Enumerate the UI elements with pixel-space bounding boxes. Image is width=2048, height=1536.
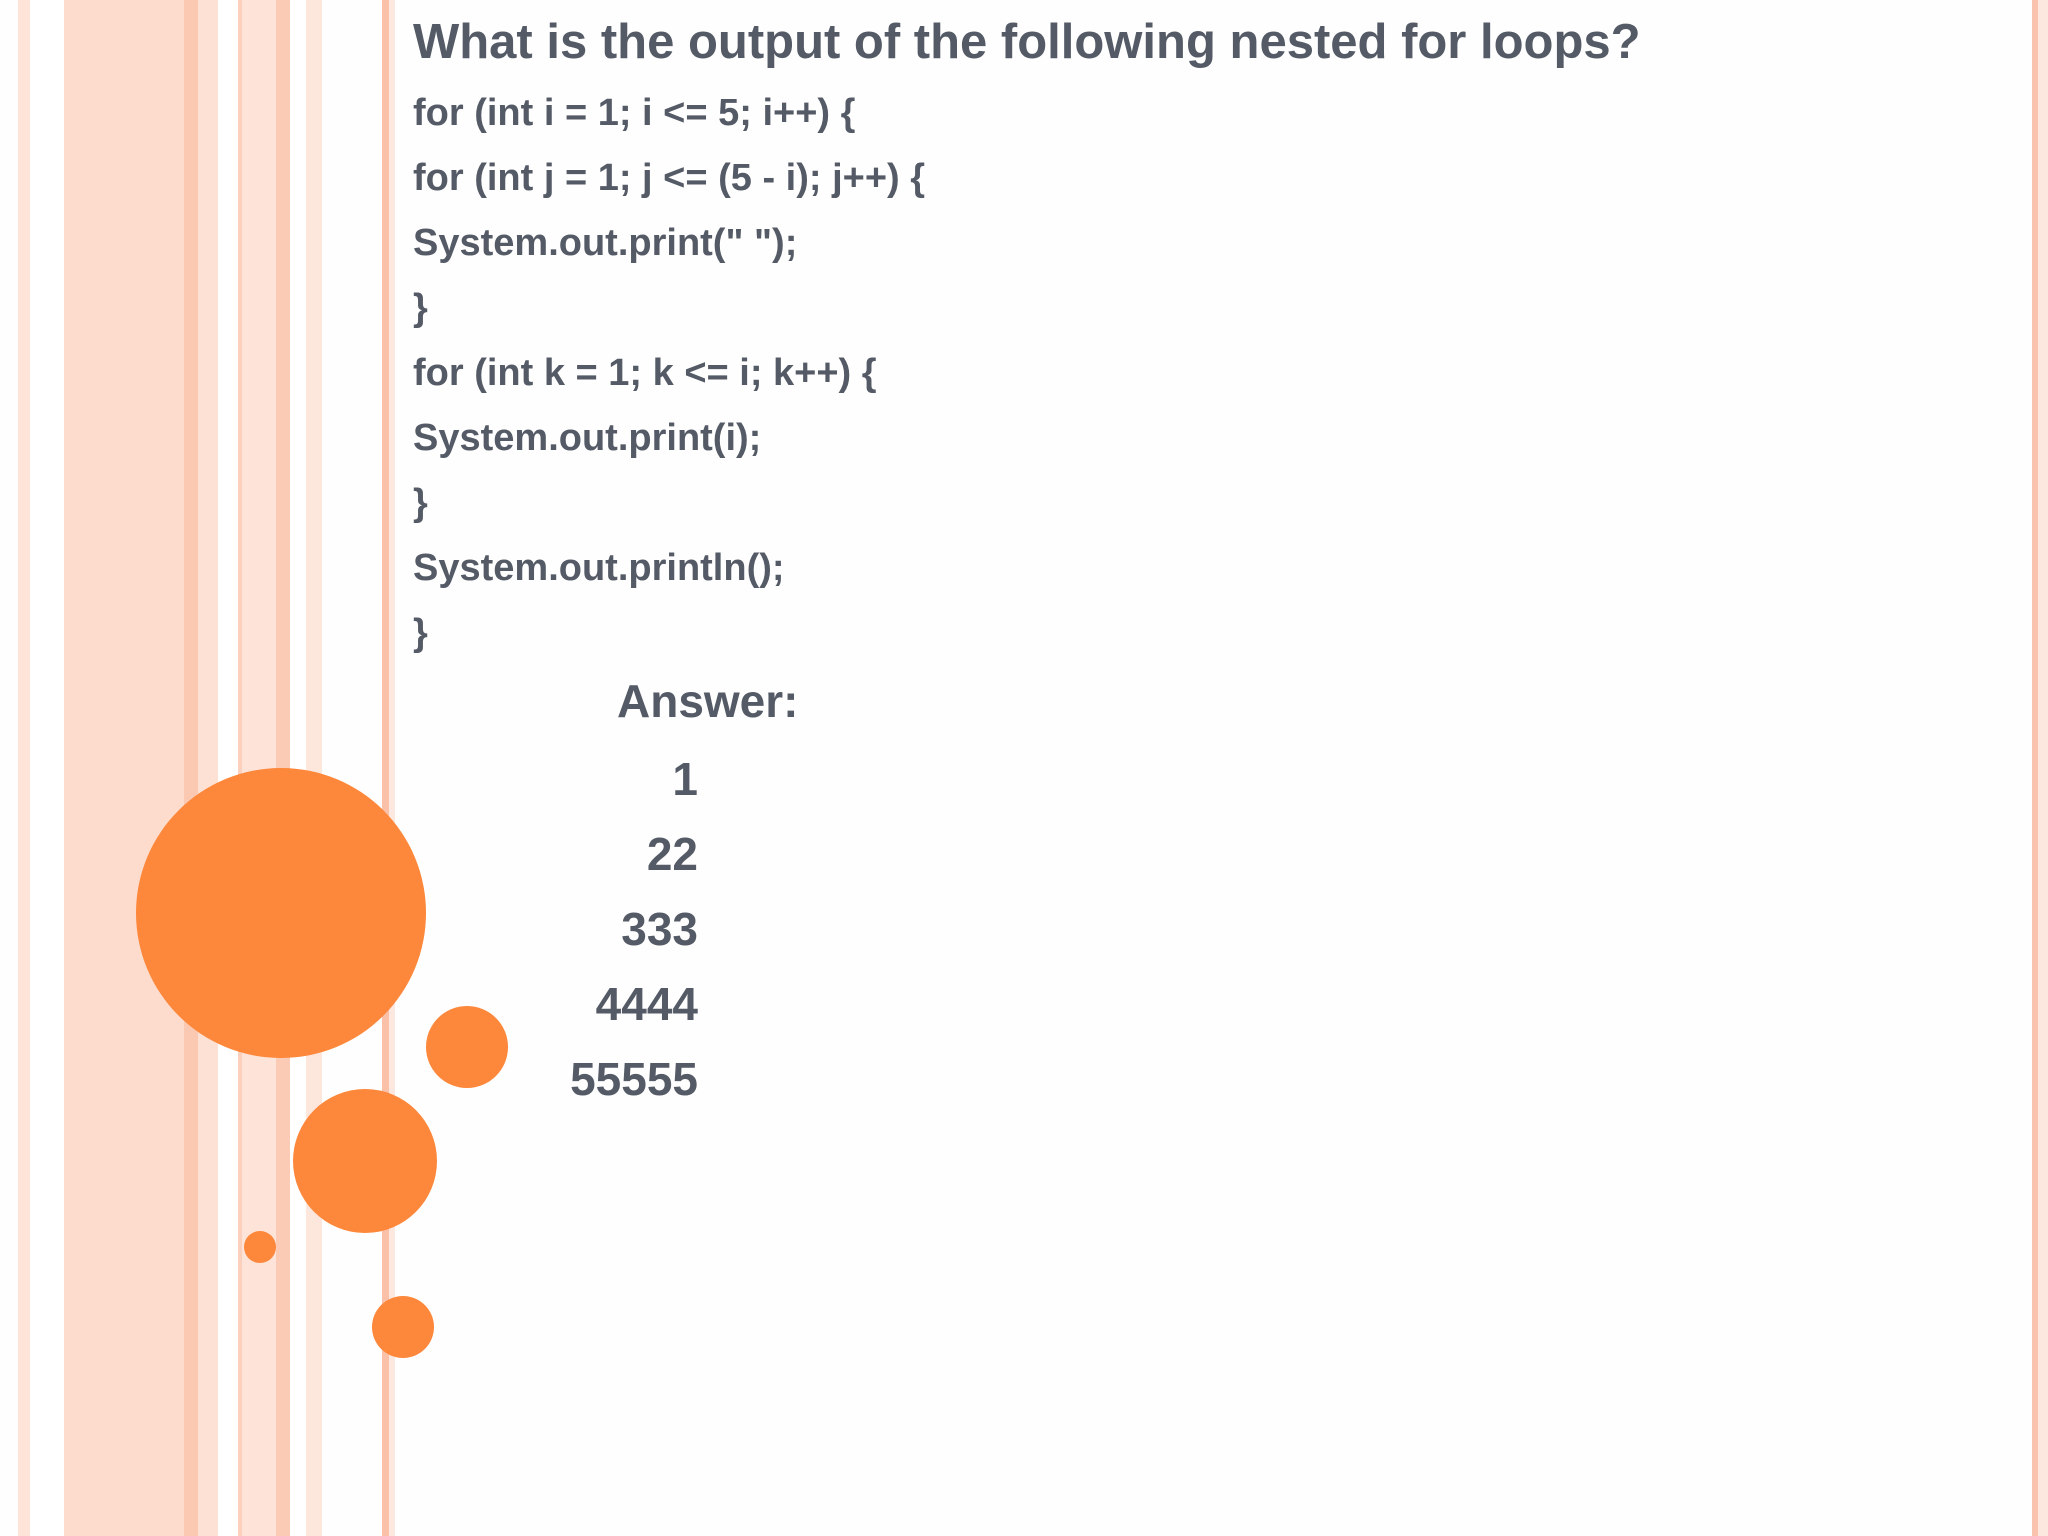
decorative-stripe: [218, 0, 238, 1536]
decorative-stripe: [184, 0, 198, 1536]
answer-label: Answer:: [617, 675, 799, 727]
code-line: }: [413, 482, 428, 524]
code-line: System.out.println();: [413, 547, 785, 589]
code-line: System.out.print(i);: [413, 417, 762, 459]
output-line: 22: [646, 828, 698, 880]
decorative-circle-small: [426, 1006, 508, 1088]
output-line: 1: [672, 753, 698, 805]
code-line: }: [413, 612, 428, 654]
output-line: 333: [621, 903, 698, 955]
code-line: for (int k = 1; k <= i; k++) {: [413, 352, 877, 394]
code-block: for (int i = 1; i <= 5; i++) { for (int …: [413, 86, 925, 671]
decorative-circle-large: [136, 768, 426, 1058]
decorative-stripe: [30, 0, 64, 1536]
code-line: for (int j = 1; j <= (5 - i); j++) {: [413, 157, 926, 199]
decorative-stripe: [198, 0, 218, 1536]
decorative-circle-medium: [293, 1089, 437, 1233]
output-line: 4444: [595, 978, 698, 1030]
answer-output: 1 22 333 4444 55555: [540, 750, 698, 1125]
code-line: for (int i = 1; i <= 5; i++) {: [413, 92, 856, 134]
decorative-stripe: [64, 0, 184, 1536]
code-line: System.out.print(" ");: [413, 222, 798, 264]
decorative-stripe: [306, 0, 322, 1536]
decorative-stripe: [18, 0, 30, 1536]
decorative-circle-small: [372, 1296, 434, 1358]
output-line: 55555: [570, 1053, 698, 1105]
code-line: }: [413, 287, 428, 329]
decorative-circle-tiny: [244, 1231, 276, 1263]
decorative-stripe: [2038, 0, 2048, 1536]
slide-title: What is the output of the following nest…: [413, 15, 1641, 69]
slide: What is the output of the following nest…: [0, 0, 2048, 1536]
